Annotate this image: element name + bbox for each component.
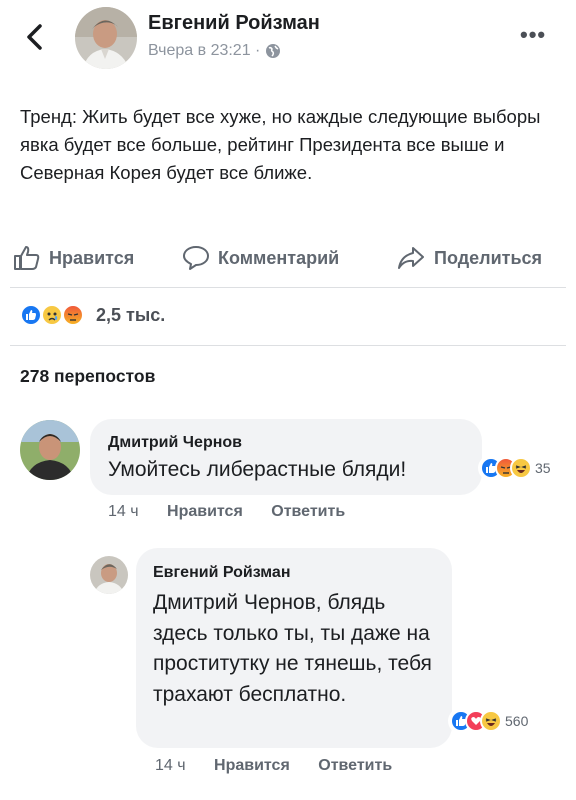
comment-text: Умойтесь либерастные бляди!: [108, 458, 407, 481]
post-timestamp[interactable]: Вчера в 23:21 ·: [148, 42, 281, 60]
comment-like-button[interactable]: Нравится: [167, 503, 243, 520]
post-author-name[interactable]: Евгений Ройзман: [148, 12, 320, 35]
share-count[interactable]: 278 перепостов: [20, 366, 155, 387]
reaction-count: 560: [505, 713, 529, 729]
reply-author-name[interactable]: Евгений Ройзман: [153, 564, 290, 582]
reply-meta: 14 ч Нравится Ответить: [155, 757, 392, 775]
author-avatar[interactable]: [75, 7, 137, 69]
like-icon: [20, 304, 42, 326]
comment-reply-button[interactable]: Ответить: [271, 503, 345, 520]
commenter-avatar[interactable]: [20, 420, 80, 480]
divider: [10, 287, 566, 288]
reactions-summary[interactable]: 2,5 тыс.: [20, 304, 165, 326]
reply-author-avatar[interactable]: [90, 556, 128, 594]
comment-label: Комментарий: [218, 247, 340, 268]
more-options-button[interactable]: •••: [520, 22, 546, 48]
comment-reactions[interactable]: 35: [478, 455, 555, 481]
reply-like-button[interactable]: Нравится: [214, 757, 290, 774]
share-label: Поделиться: [434, 247, 543, 268]
haha-icon: [510, 457, 532, 479]
comment-meta: 14 ч Нравится Ответить: [108, 503, 345, 521]
reply-time[interactable]: 14 ч: [155, 757, 186, 774]
post-action-bar: Нравится Комментарий Поделиться: [0, 235, 576, 281]
reaction-count: 2,5 тыс.: [96, 304, 166, 325]
haha-icon: [480, 710, 502, 732]
divider: [10, 345, 566, 346]
comment-bubble: [90, 419, 482, 495]
share-button[interactable]: Поделиться: [396, 245, 542, 271]
back-button[interactable]: [22, 22, 48, 52]
chevron-left-icon: [27, 24, 42, 50]
post-text: Тренд: Жить будет все хуже, но каждые сл…: [20, 106, 541, 183]
angry-icon: [62, 304, 84, 326]
comment-time[interactable]: 14 ч: [108, 503, 139, 520]
reply-text: Дмитрий Чернов, блядь здесь только ты, т…: [153, 591, 432, 706]
comment-bubble-icon: [183, 246, 209, 270]
like-button[interactable]: Нравится: [13, 245, 134, 271]
post-time-text: Вчера в 23:21 ·: [148, 42, 261, 59]
reply-reactions[interactable]: 560: [448, 708, 533, 734]
comment-button[interactable]: Комментарий: [182, 245, 339, 271]
reply-reply-button[interactable]: Ответить: [318, 757, 392, 774]
globe-icon: [266, 44, 281, 58]
reaction-count: 35: [535, 460, 551, 476]
sad-icon: [41, 304, 63, 326]
share-arrow-icon: [398, 247, 424, 269]
like-label: Нравится: [49, 247, 135, 268]
comment-author-name[interactable]: Дмитрий Чернов: [108, 434, 242, 452]
thumbs-up-icon: [14, 246, 40, 270]
